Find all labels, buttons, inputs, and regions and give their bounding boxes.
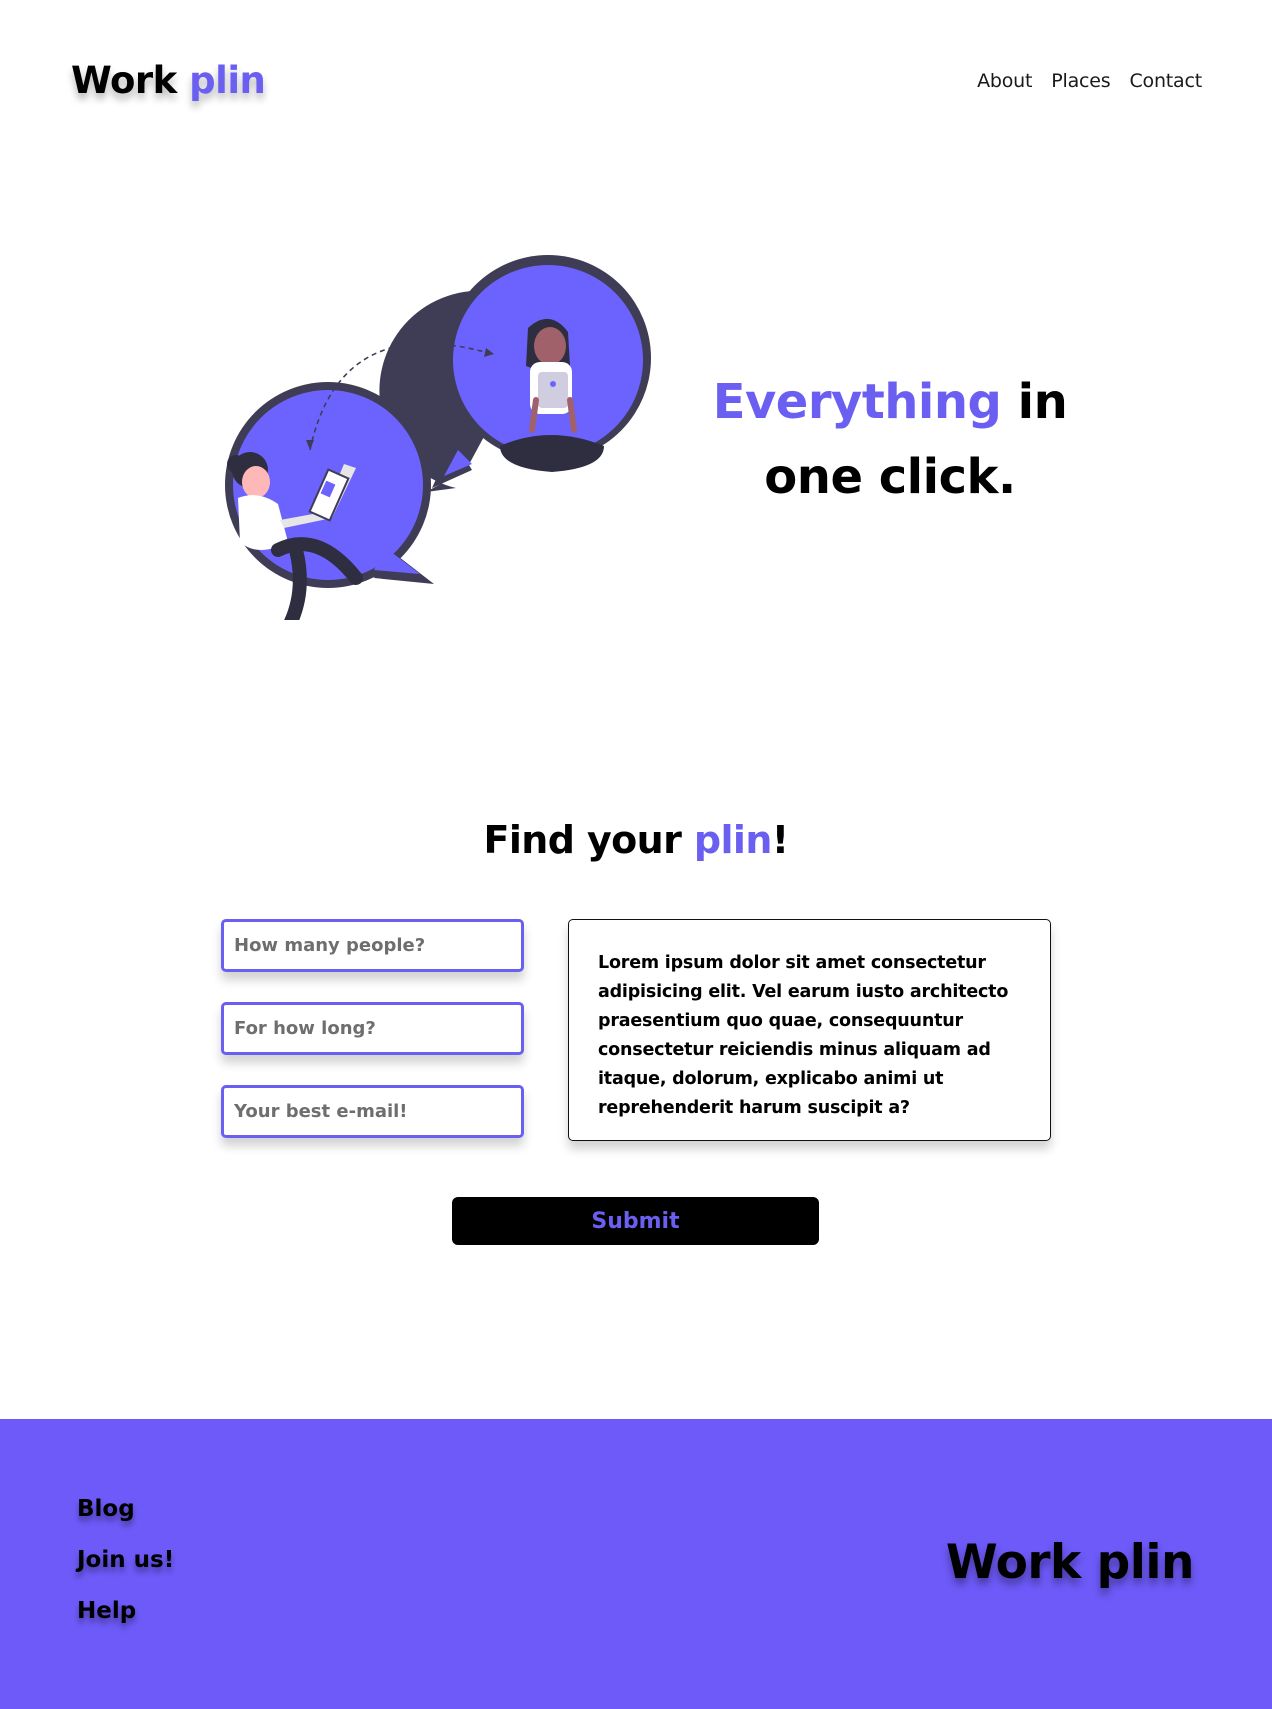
hero-headline-part-2: one click.: [764, 449, 1016, 505]
footer-brand: Work plin: [945, 1535, 1195, 1590]
hero-headline-part-1: in: [1017, 374, 1068, 430]
duration-input[interactable]: [221, 1002, 524, 1055]
hero-headline-accent: Everything: [712, 374, 1002, 430]
nav-link-places[interactable]: Places: [1051, 68, 1110, 94]
footer-links: Blog Join us! Help: [77, 1493, 174, 1627]
finder-title: Find your plin!: [0, 815, 1272, 865]
submit-button[interactable]: Submit: [452, 1197, 819, 1245]
hero-illustration: [225, 255, 651, 620]
footer-link-blog[interactable]: Blog: [77, 1493, 174, 1525]
logo-primary-text: Work: [71, 59, 177, 102]
finder-title-prefix: Find your: [483, 818, 682, 862]
hero-headline: Everything in one click.: [690, 365, 1090, 515]
main-nav: About Places Contact: [977, 68, 1202, 94]
description-box: Lorem ipsum dolor sit amet consectetur a…: [568, 919, 1051, 1141]
nav-link-about[interactable]: About: [977, 68, 1032, 94]
footer-link-help[interactable]: Help: [77, 1595, 174, 1627]
site-header: Work plin About Places Contact: [0, 0, 1272, 160]
people-count-input[interactable]: [221, 919, 524, 972]
site-footer: Blog Join us! Help Work plin: [0, 1419, 1272, 1709]
finder-title-accent: plin: [693, 818, 773, 862]
finder-title-suffix: !: [771, 818, 789, 862]
nav-link-contact[interactable]: Contact: [1129, 68, 1202, 94]
email-input[interactable]: [221, 1085, 524, 1138]
site-logo[interactable]: Work plin: [71, 57, 266, 105]
left-chat-bubble-illustration: [225, 382, 434, 620]
logo-accent-text: plin: [189, 59, 266, 102]
footer-link-join-us[interactable]: Join us!: [77, 1544, 174, 1576]
